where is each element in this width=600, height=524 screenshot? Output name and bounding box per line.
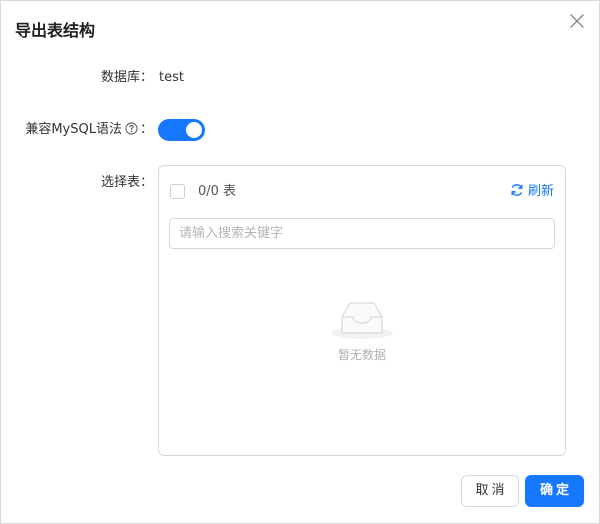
empty-state-text: 暂无数据 <box>337 348 386 362</box>
question-circle-icon[interactable] <box>125 122 138 135</box>
database-value: test <box>159 70 184 85</box>
toggle-knob <box>186 122 202 138</box>
table-search-input[interactable] <box>169 218 555 249</box>
table-count: 0/0 表 <box>198 184 237 199</box>
close-button[interactable] <box>567 11 587 31</box>
dialog-title: 导出表结构 <box>15 21 96 40</box>
confirm-button[interactable]: 确定 <box>525 475 584 507</box>
inbox-empty-icon <box>331 302 393 339</box>
export-schema-dialog: 导出表结构 数据库： test 兼容MySQL语法 ： 选择表： 0/0 表 刷… <box>0 0 600 524</box>
table-select-label: 选择表： <box>100 175 153 190</box>
refresh-button[interactable]: 刷新 <box>510 182 554 202</box>
refresh-label: 刷新 <box>527 184 554 199</box>
database-label: 数据库： <box>100 70 153 85</box>
mysql-compat-colon: ： <box>139 122 153 137</box>
sync-icon <box>511 184 523 196</box>
mysql-compat-label-group: 兼容MySQL语法 ： <box>25 120 153 140</box>
select-all-checkbox[interactable] <box>170 184 185 199</box>
cancel-button[interactable]: 取消 <box>461 475 519 507</box>
mysql-compat-toggle[interactable] <box>158 119 205 141</box>
close-icon <box>570 14 584 28</box>
mysql-compat-label: 兼容MySQL语法 <box>25 122 122 137</box>
table-select-panel: 0/0 表 刷新 暂无数据 <box>158 165 566 456</box>
